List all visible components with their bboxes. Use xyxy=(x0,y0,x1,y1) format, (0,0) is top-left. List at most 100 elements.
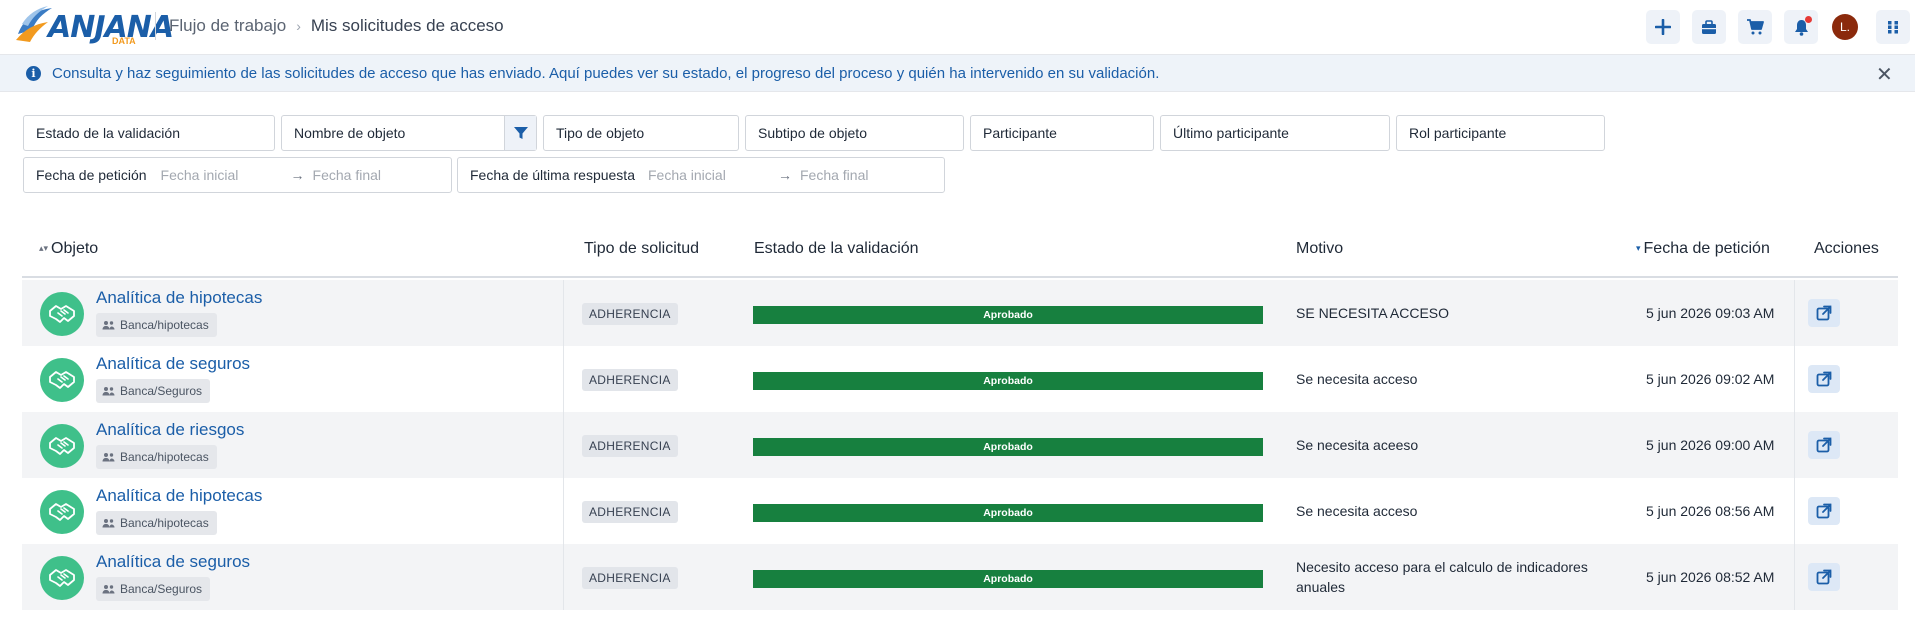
handshake-icon xyxy=(49,437,75,455)
handshake-icon xyxy=(40,358,84,402)
request-type-badge: ADHERENCIA xyxy=(582,369,678,391)
domain-chip-label: Banca/Seguros xyxy=(120,384,203,398)
filter-request-date[interactable]: Fecha de petición Fecha inicial → Fecha … xyxy=(23,157,452,193)
user-avatar[interactable]: L. xyxy=(1832,14,1858,40)
request-date: 5 jun 2026 09:00 AM xyxy=(1646,437,1775,453)
request-type-badge: ADHERENCIA xyxy=(582,501,678,523)
open-request-button[interactable] xyxy=(1808,365,1840,393)
handshake-icon xyxy=(40,556,84,600)
add-button[interactable] xyxy=(1646,10,1680,44)
column-motive[interactable]: Motivo xyxy=(1296,240,1343,258)
request-type-badge: ADHERENCIA xyxy=(582,567,678,589)
arrow-right-icon: → xyxy=(777,167,792,183)
motive-text: Se necesita acceso xyxy=(1296,371,1418,387)
filter-object-subtype[interactable]: Subtipo de objeto xyxy=(745,115,964,151)
handshake-icon xyxy=(40,292,84,336)
apps-menu-button[interactable] xyxy=(1876,10,1910,44)
workspace-button[interactable] xyxy=(1692,10,1726,44)
column-divider xyxy=(1794,280,1795,346)
filter-label: Fecha de petición xyxy=(36,167,147,183)
column-validation-status[interactable]: Estado de la validación xyxy=(754,240,919,258)
filter-participant[interactable]: Participante xyxy=(970,115,1154,151)
breadcrumb: Flujo de trabajo › Mis solicitudes de ac… xyxy=(169,16,504,36)
column-object[interactable]: ▴▾ Objeto xyxy=(39,240,98,258)
column-label: Fecha de petición xyxy=(1643,240,1770,257)
filter-last-participant[interactable]: Último participante xyxy=(1160,115,1390,151)
request-date: 5 jun 2026 09:02 AM xyxy=(1646,371,1775,387)
object-link[interactable]: Analítica de seguros xyxy=(96,552,250,572)
domain-chip[interactable]: Banca/hipotecas xyxy=(96,511,217,535)
filter-last-response-date[interactable]: Fecha de última respuesta Fecha inicial … xyxy=(457,157,945,193)
domain-chip[interactable]: Banca/hipotecas xyxy=(96,445,217,469)
sort-desc-icon: ▾ xyxy=(1636,243,1641,253)
column-divider xyxy=(563,280,564,346)
domain-chip-label: Banca/hipotecas xyxy=(120,450,209,464)
start-date-input[interactable]: Fecha inicial xyxy=(648,167,778,183)
status-approved-bar: Aprobado xyxy=(753,438,1263,456)
info-banner-text: Consulta y haz seguimiento de las solici… xyxy=(52,65,1160,82)
external-link-icon xyxy=(1816,371,1832,387)
column-divider xyxy=(563,346,564,412)
column-request-type[interactable]: Tipo de solicitud xyxy=(584,240,699,258)
header-divider xyxy=(155,12,156,40)
anjana-logo[interactable]: ANJANA DATA xyxy=(14,4,174,48)
handshake-icon xyxy=(49,503,75,521)
request-type-badge: ADHERENCIA xyxy=(582,435,678,457)
filter-label: Estado de la validación xyxy=(36,125,180,141)
column-request-date[interactable]: ▾ Fecha de petición xyxy=(1636,240,1770,258)
filter-label: Subtipo de objeto xyxy=(758,125,867,141)
info-icon: i xyxy=(26,66,41,81)
end-date-input[interactable]: Fecha final xyxy=(313,167,381,183)
domain-chip-label: Banca/hipotecas xyxy=(120,516,209,530)
domain-chip-label: Banca/hipotecas xyxy=(120,318,209,332)
object-link[interactable]: Analítica de hipotecas xyxy=(96,288,262,308)
handshake-icon xyxy=(49,371,75,389)
filter-participant-role[interactable]: Rol participante xyxy=(1396,115,1605,151)
table-row: Analítica de seguros Banca/Seguros ADHER… xyxy=(22,544,1898,610)
object-link[interactable]: Analítica de hipotecas xyxy=(96,486,262,506)
open-request-button[interactable] xyxy=(1808,497,1840,525)
domain-chip-label: Banca/Seguros xyxy=(120,582,203,596)
filter-validation-status[interactable]: Estado de la validación xyxy=(23,115,275,151)
status-approved-bar: Aprobado xyxy=(753,372,1263,390)
handshake-icon xyxy=(40,424,84,468)
open-request-button[interactable] xyxy=(1808,299,1840,327)
column-label: Objeto xyxy=(51,240,99,257)
notifications-button[interactable] xyxy=(1784,10,1818,44)
users-icon xyxy=(102,453,115,462)
motive-text: Se necesita aceeso xyxy=(1296,437,1419,453)
request-date: 5 jun 2026 09:03 AM xyxy=(1646,305,1775,321)
filter-label: Último participante xyxy=(1173,125,1289,141)
external-link-icon xyxy=(1816,569,1832,585)
cart-button[interactable] xyxy=(1738,10,1772,44)
status-approved-bar: Aprobado xyxy=(753,306,1263,324)
table-header: ▴▾ Objeto Tipo de solicitud Estado de la … xyxy=(22,218,1898,278)
object-link[interactable]: Analítica de seguros xyxy=(96,354,250,374)
open-request-button[interactable] xyxy=(1808,563,1840,591)
column-divider xyxy=(1794,544,1795,610)
end-date-input[interactable]: Fecha final xyxy=(800,167,868,183)
request-type-badge: ADHERENCIA xyxy=(582,303,678,325)
page-title: Mis solicitudes de acceso xyxy=(310,16,504,35)
table-row: Analítica de seguros Banca/Seguros ADHER… xyxy=(22,346,1898,412)
filter-label: Nombre de objeto xyxy=(294,125,406,141)
object-link[interactable]: Analítica de riesgos xyxy=(96,420,244,440)
breadcrumb-workflow-link[interactable]: Flujo de trabajo xyxy=(169,16,286,36)
table-row: Analítica de hipotecas Banca/hipotecas A… xyxy=(22,478,1898,544)
request-date: 5 jun 2026 08:56 AM xyxy=(1646,503,1775,519)
breadcrumb-separator: › xyxy=(296,18,301,34)
filter-object-name[interactable]: Nombre de objeto xyxy=(281,115,537,151)
column-divider xyxy=(563,544,564,610)
handshake-icon xyxy=(49,305,75,323)
users-icon xyxy=(102,387,115,396)
column-divider xyxy=(1794,478,1795,544)
domain-chip[interactable]: Banca/hipotecas xyxy=(96,313,217,337)
filter-button[interactable] xyxy=(504,116,536,150)
users-icon xyxy=(102,519,115,528)
filter-object-type[interactable]: Tipo de objeto xyxy=(543,115,739,151)
domain-chip[interactable]: Banca/Seguros xyxy=(96,379,211,403)
domain-chip[interactable]: Banca/Seguros xyxy=(96,577,211,601)
start-date-input[interactable]: Fecha inicial xyxy=(161,167,291,183)
close-icon[interactable]: ✕ xyxy=(1876,62,1893,87)
open-request-button[interactable] xyxy=(1808,431,1840,459)
